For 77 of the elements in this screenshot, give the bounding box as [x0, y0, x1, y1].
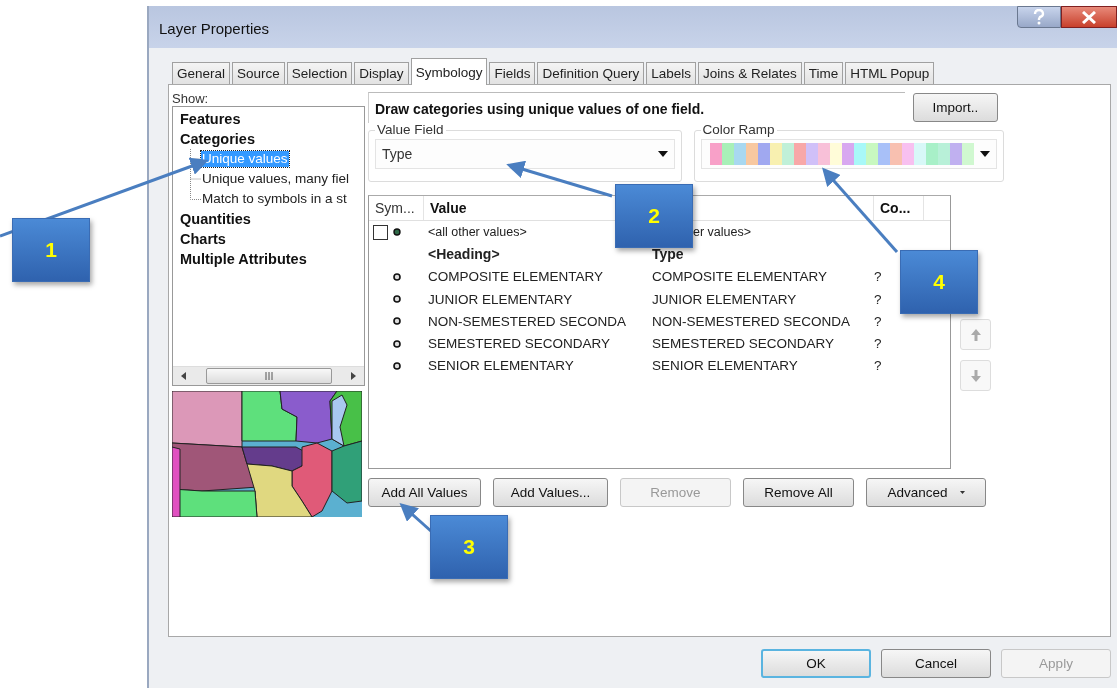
help-button[interactable] — [1017, 6, 1061, 28]
dropdown-arrow-icon — [657, 151, 668, 157]
table-cell: <all other values> — [428, 225, 527, 240]
number-callout: 1 — [12, 218, 90, 282]
value-field-dropdown[interactable]: Type — [375, 139, 675, 169]
group-legend: Value Field — [375, 122, 446, 137]
close-button[interactable] — [1061, 6, 1117, 28]
tree-item[interactable]: Multiple Attributes — [180, 249, 307, 269]
table-cell: JUNIOR ELEMENTARY — [428, 291, 573, 307]
point-symbol-icon[interactable] — [393, 228, 401, 237]
column-header[interactable]: Sym... — [375, 200, 415, 216]
scroll-thumb[interactable] — [205, 368, 332, 384]
column-header[interactable]: Co... — [880, 200, 911, 216]
color-ramp-dropdown[interactable] — [700, 139, 997, 169]
close-icon — [1082, 10, 1096, 24]
action-button[interactable]: Add All Values — [368, 478, 481, 507]
table-cell: COMPOSITE ELEMENTARY — [652, 269, 828, 285]
checkbox[interactable] — [373, 224, 388, 240]
callout-arrow — [399, 503, 433, 534]
show-label: Show: — [172, 91, 210, 105]
dialog-button[interactable]: OK — [761, 649, 871, 678]
action-button[interactable]: Advanced — [866, 478, 986, 507]
tree-item[interactable]: Quantities — [180, 209, 251, 229]
tab[interactable]: Time — [803, 62, 844, 84]
table-cell: SENIOR ELEMENTARY — [428, 358, 574, 374]
table-cell: ? — [874, 358, 882, 374]
tab[interactable]: Selection — [286, 62, 353, 84]
tree-item[interactable]: Match to symbols in a st — [201, 191, 348, 207]
tab[interactable]: General — [172, 62, 231, 84]
table-cell: ? — [874, 313, 882, 329]
table-cell: NON-SEMESTERED SECONDA — [652, 313, 851, 329]
table-cell: SEMESTERED SECONDARY — [428, 336, 611, 352]
help-icon — [1032, 9, 1046, 25]
down-arrow-icon — [969, 368, 982, 383]
table-cell: JUNIOR ELEMENTARY — [652, 291, 797, 307]
group-legend: Color Ramp — [700, 122, 777, 137]
caret-icon — [959, 491, 965, 494]
table-cell: COMPOSITE ELEMENTARY — [428, 269, 604, 285]
table-cell: SENIOR ELEMENTARY — [652, 358, 798, 374]
tab[interactable]: Labels — [646, 62, 697, 84]
table-cell: NON-SEMESTERED SECONDA — [428, 313, 627, 329]
point-symbol-icon[interactable] — [393, 295, 401, 304]
tab[interactable]: Source — [232, 62, 285, 84]
table-cell: SEMESTERED SECONDARY — [652, 336, 835, 352]
tree-item[interactable]: Categories — [180, 129, 255, 149]
tree-item[interactable]: Unique values, many fiel — [201, 171, 351, 187]
tree-item[interactable]: Features — [180, 109, 241, 129]
table-cell: Type — [652, 246, 684, 263]
point-symbol-icon[interactable] — [393, 317, 401, 326]
up-arrow-icon — [969, 327, 982, 342]
table-cell: <Heading> — [428, 246, 500, 263]
table-cell: ? — [874, 269, 882, 285]
dialog-button[interactable]: Cancel — [881, 649, 991, 678]
dropdown-arrow-icon — [980, 151, 990, 157]
point-symbol-icon[interactable] — [393, 272, 401, 281]
table-cell: ? — [874, 291, 882, 307]
tab[interactable]: Fields — [489, 62, 536, 84]
tab[interactable]: Symbology — [410, 58, 488, 85]
action-button[interactable]: Remove All — [743, 478, 854, 507]
tab[interactable]: Joins & Relates — [698, 62, 802, 84]
number-callout: 3 — [430, 515, 508, 579]
import-button[interactable]: Import.. — [913, 92, 998, 122]
action-button[interactable]: Add Values... — [493, 478, 608, 507]
number-callout: 2 — [615, 184, 693, 248]
column-header[interactable]: Value — [430, 200, 467, 216]
window-title: Layer Properties — [159, 20, 270, 37]
tab[interactable]: Definition Query — [537, 62, 645, 84]
tab[interactable]: Display — [354, 62, 409, 84]
tab[interactable]: HTML Popup — [845, 62, 935, 84]
table-cell: ? — [874, 336, 882, 352]
number-callout: 4 — [900, 250, 978, 314]
tree-item[interactable]: Charts — [180, 229, 226, 249]
horizontal-scrollbar[interactable] — [173, 366, 364, 385]
point-symbol-icon[interactable] — [393, 339, 401, 348]
table-cell-text: er values> — [692, 225, 752, 240]
grip-icon — [263, 372, 274, 380]
point-symbol-icon[interactable] — [393, 361, 401, 370]
